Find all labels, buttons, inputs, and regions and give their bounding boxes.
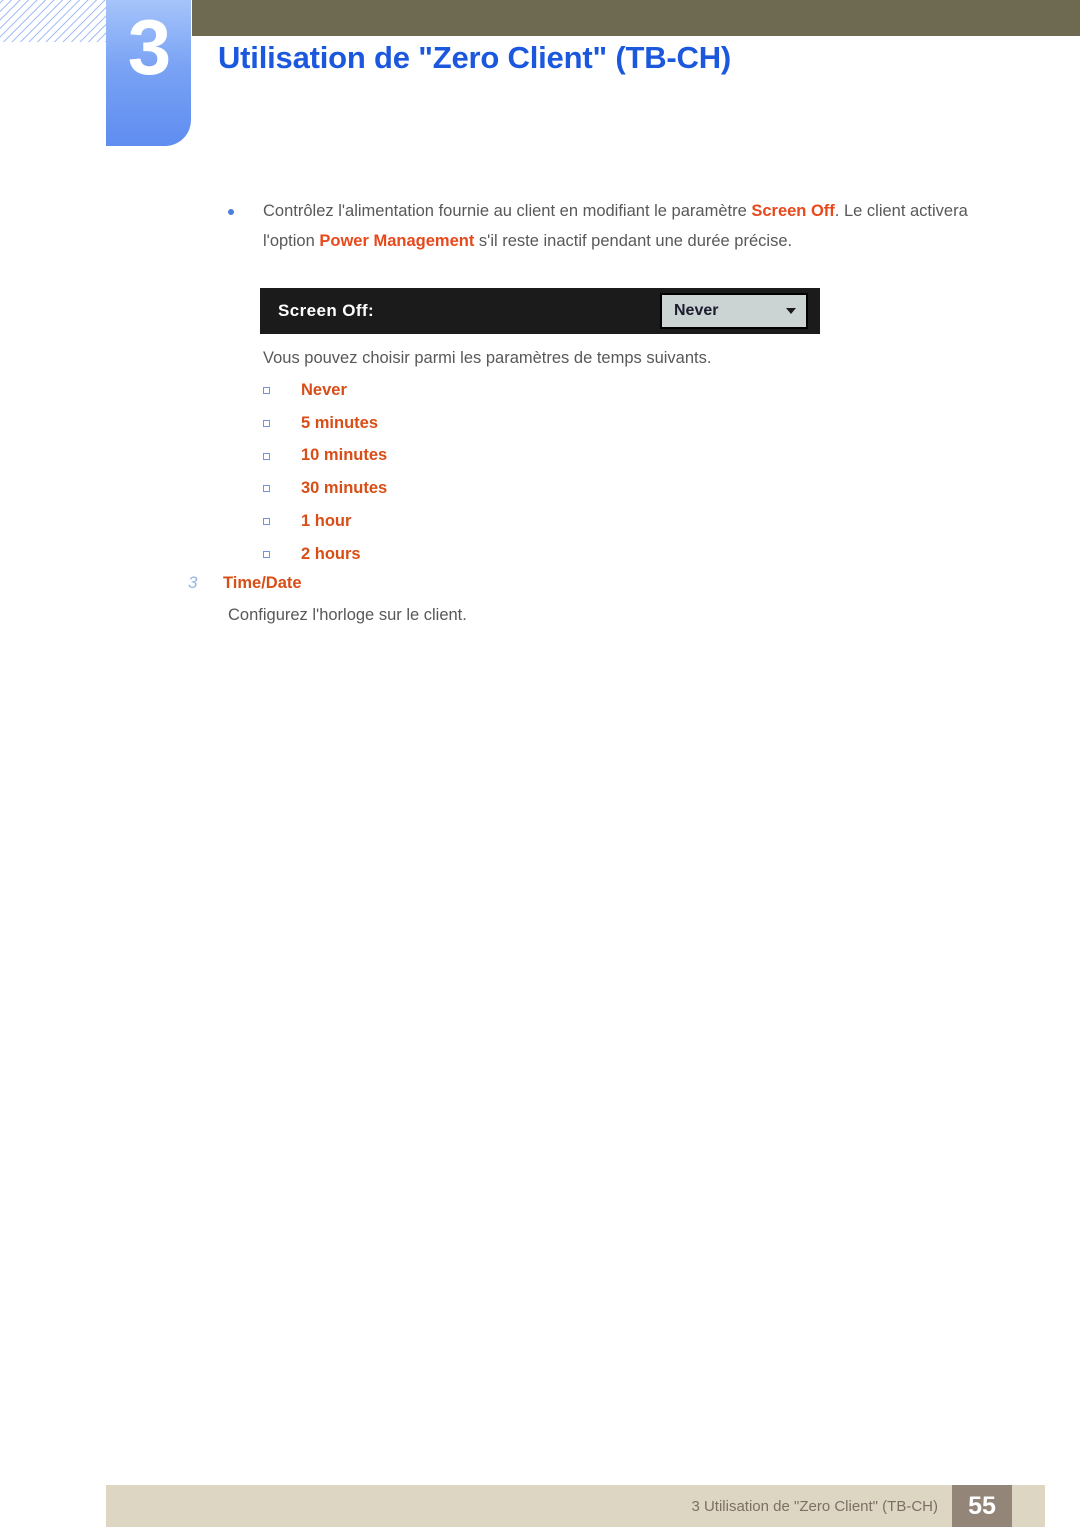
list-item: 2 hours xyxy=(263,538,863,571)
step-description: Configurez l'horloge sur le client. xyxy=(228,606,467,624)
intro-text-part1: Contrôlez l'alimentation fournie au clie… xyxy=(263,202,752,220)
page-header: 3 Utilisation de "Zero Client" (TB-CH) xyxy=(0,0,1080,150)
option-label: Never xyxy=(301,380,347,399)
square-bullet-icon xyxy=(263,550,270,558)
time-options-list: Never 5 minutes 10 minutes 30 minutes 1 … xyxy=(263,374,863,571)
square-bullet-icon xyxy=(263,387,270,394)
option-label: 10 minutes xyxy=(301,446,388,465)
list-item: 1 hour xyxy=(263,505,863,538)
header-olive-bar xyxy=(192,0,1080,36)
highlight-power-management: Power Management xyxy=(319,232,475,250)
square-bullet-icon xyxy=(263,518,270,526)
highlight-screen-off: Screen Off xyxy=(751,202,835,220)
list-item: 30 minutes xyxy=(263,472,863,505)
intro-paragraph: Contrôlez l'alimentation fournie au clie… xyxy=(263,196,970,256)
list-item: 5 minutes xyxy=(263,407,863,440)
step-number: 3 xyxy=(188,573,198,592)
intro-text-part3: s'il reste inactif pendant une durée pré… xyxy=(474,232,793,250)
screen-off-label: Screen Off: xyxy=(278,301,375,320)
square-bullet-icon xyxy=(263,485,270,493)
step-time-date: 3 Time/Date xyxy=(188,573,302,593)
page-title: Utilisation de "Zero Client" (TB-CH) xyxy=(218,40,732,75)
footer-chapter-text: 3 Utilisation de "Zero Client" (TB-CH) xyxy=(691,1497,938,1515)
page-number: 55 xyxy=(968,1491,996,1520)
round-bullet-icon xyxy=(228,209,234,215)
step-title: Time/Date xyxy=(223,574,302,592)
square-bullet-icon xyxy=(263,452,270,460)
square-bullet-icon xyxy=(263,419,270,427)
page-number-box: 55 xyxy=(952,1485,1012,1527)
option-label: 1 hour xyxy=(301,512,352,531)
page-footer: 3 Utilisation de "Zero Client" (TB-CH) 5… xyxy=(106,1485,1045,1527)
screen-off-dropdown[interactable]: Never xyxy=(660,293,808,329)
main-content: Contrôlez l'alimentation fournie au clie… xyxy=(0,196,1080,624)
list-item: 10 minutes xyxy=(263,440,863,473)
chapter-number-badge: 3 xyxy=(106,0,191,146)
screen-off-selected-value: Never xyxy=(674,302,719,319)
list-item: Never xyxy=(263,374,863,407)
option-label: 2 hours xyxy=(301,544,361,563)
chapter-number: 3 xyxy=(127,3,171,91)
screen-off-widget: Screen Off: Never xyxy=(260,288,820,334)
chevron-down-icon xyxy=(786,308,796,314)
option-label: 5 minutes xyxy=(301,413,379,432)
option-label: 30 minutes xyxy=(301,479,388,498)
options-intro-text: Vous pouvez choisir parmi les paramètres… xyxy=(263,349,712,367)
decorative-hatch-pattern xyxy=(0,0,106,42)
intro-bullet-row: Contrôlez l'alimentation fournie au clie… xyxy=(0,196,1080,256)
